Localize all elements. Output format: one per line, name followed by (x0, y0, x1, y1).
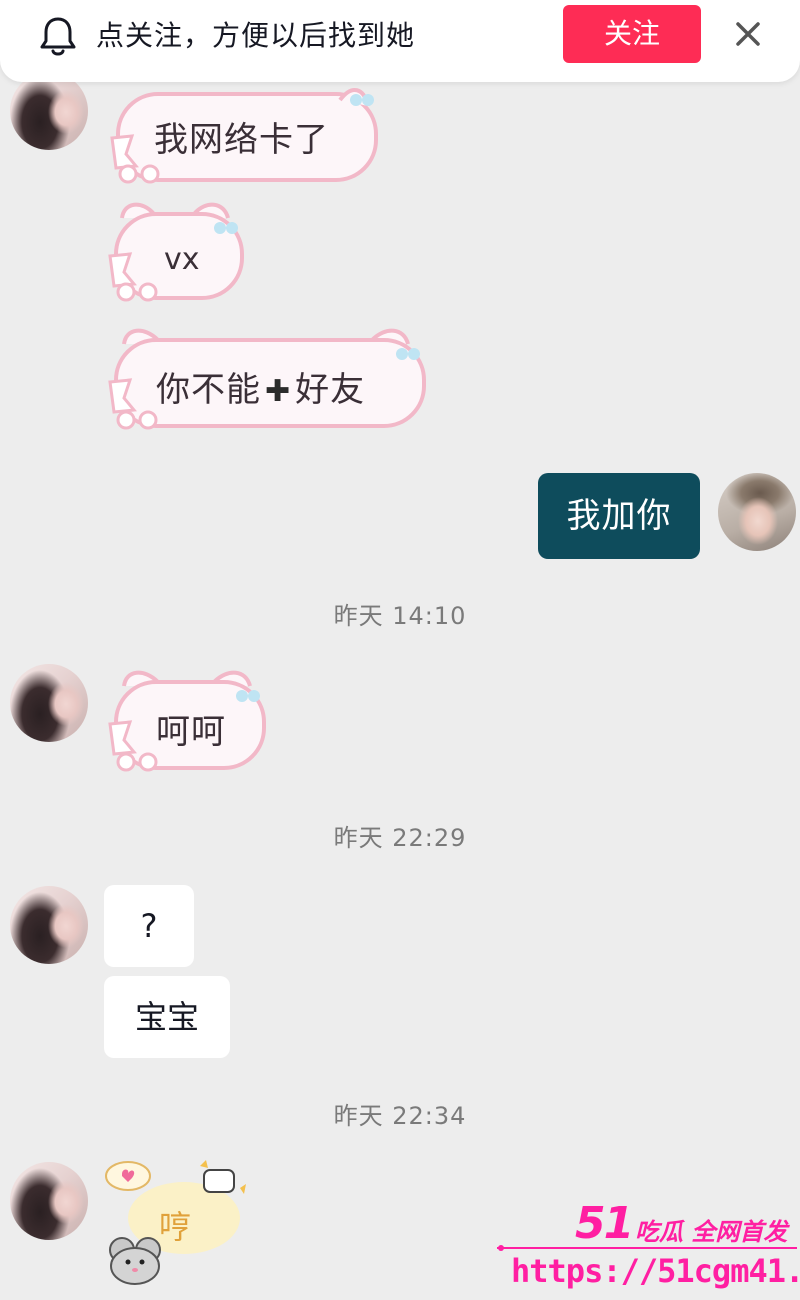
received-message-bubble: 宝宝 (104, 976, 230, 1058)
timestamp: 昨天 14:10 (333, 602, 467, 630)
contact-avatar[interactable] (10, 664, 88, 742)
message-text-part: 好友 (295, 370, 366, 410)
mouse-sticker: 哼 (100, 1158, 260, 1288)
chat-screen: 点关注，方便以后找到她 关注 我网络卡了 vx 你不能 ✚ 好友 我加你 昨天 … (0, 0, 800, 1300)
plus-icon: ✚ (265, 374, 292, 409)
follow-button[interactable]: 关注 (563, 5, 701, 63)
message-text: 我网络卡了 (154, 120, 329, 160)
message-text: vx (164, 242, 200, 277)
watermark-url: https://51cgm41.com (511, 1252, 800, 1290)
timestamp: 昨天 22:34 (333, 1102, 467, 1130)
watermark-brand-number: 51 (575, 1198, 634, 1249)
follow-banner: 点关注，方便以后找到她 关注 (0, 0, 800, 82)
sent-message-bubble: 我加你 (538, 473, 700, 559)
contact-avatar[interactable] (10, 72, 88, 150)
close-icon[interactable] (730, 16, 766, 52)
message-text-part: 你不能 (156, 370, 261, 410)
follow-prompt-text: 点关注，方便以后找到她 (96, 19, 416, 52)
received-message-bubble: ? (104, 885, 194, 967)
watermark-tagline: 吃瓜 全网首发 (635, 1218, 788, 1246)
message-text: 呵呵 (156, 712, 226, 752)
kitty-sticker-bubble: 呵呵 (102, 664, 270, 776)
timestamp: 昨天 22:29 (333, 824, 467, 852)
contact-avatar[interactable] (10, 1162, 88, 1240)
message-text: 哼 (159, 1208, 192, 1246)
my-avatar[interactable] (718, 473, 796, 551)
message-text: 你不能 ✚ 好友 (156, 362, 365, 411)
kitty-sticker-bubble: vx (102, 198, 246, 306)
kitty-sticker-bubble: 我网络卡了 (102, 78, 384, 190)
watermark: 51 吃瓜 全网首发 https://51cgm41.com (497, 1196, 800, 1300)
kitty-sticker-bubble: 你不能 ✚ 好友 (102, 322, 430, 434)
contact-avatar[interactable] (10, 886, 88, 964)
bell-icon (40, 17, 76, 56)
watermark-divider (497, 1245, 797, 1251)
